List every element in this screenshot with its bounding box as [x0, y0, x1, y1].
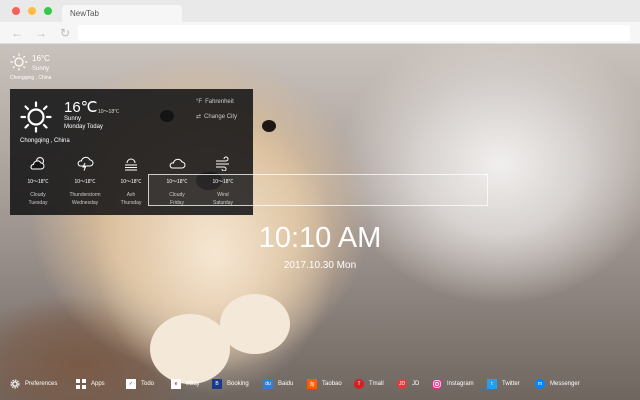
grid-icon	[76, 379, 86, 389]
link-instagram[interactable]: Instagram	[432, 378, 474, 390]
forecast-item: 10～18℃ Thunderstorm Wednesday	[62, 155, 108, 206]
gear-icon	[10, 379, 20, 389]
swap-icon: ⇄	[196, 114, 202, 120]
cloudy-sun-icon	[30, 157, 45, 170]
sun-icon	[10, 53, 28, 71]
puppy-paw	[220, 294, 290, 354]
messenger-icon: m	[535, 379, 545, 389]
reload-icon[interactable]: ↻	[58, 26, 72, 40]
booking-icon: B	[212, 379, 222, 389]
jd-icon: JD	[397, 379, 407, 389]
taobao-icon: 淘	[307, 379, 317, 389]
weather-temp: 16°C	[32, 54, 50, 63]
twitter-icon: t	[487, 379, 497, 389]
title-bar: NewTab	[0, 0, 640, 22]
instagram-icon	[432, 379, 442, 389]
link-baidu[interactable]: du Baidu	[263, 378, 293, 390]
forward-arrow-icon[interactable]: →	[34, 26, 48, 40]
preferences-button[interactable]: Preferences	[10, 378, 57, 390]
link-messenger[interactable]: m Messenger	[535, 378, 580, 390]
fahrenheit-toggle[interactable]: °F Fahrenheit	[196, 99, 234, 105]
current-condition: Sunny	[64, 116, 82, 122]
address-bar[interactable]	[78, 25, 630, 41]
search-input[interactable]	[148, 174, 488, 206]
degree-icon: °F	[196, 99, 203, 105]
tab-title: NewTab	[70, 9, 99, 18]
link-ebay[interactable]: e eBay	[171, 378, 200, 390]
minimize-window-button[interactable]	[28, 7, 36, 15]
checkbox-icon: ✓	[126, 379, 136, 389]
current-day: Monday Today	[64, 124, 103, 130]
link-booking[interactable]: B Booking	[212, 378, 249, 390]
current-temp: 16℃	[64, 99, 98, 116]
link-twitter[interactable]: t Twitter	[487, 378, 520, 390]
puppy-eye	[262, 120, 276, 132]
link-taobao[interactable]: 淘 Taobao	[307, 378, 342, 390]
clock-time: 10:10 AM	[258, 222, 382, 254]
forecast-item: 10～18℃ Cloudy Tuesday	[15, 155, 61, 206]
ash-icon	[125, 158, 137, 171]
sun-icon	[20, 101, 52, 133]
weather-widget[interactable]: 16°C Sunny Chongqing , China	[10, 53, 70, 85]
ebay-icon: e	[171, 379, 181, 389]
change-city-button[interactable]: ⇄ Change City	[196, 113, 237, 120]
weather-condition: Sunny	[32, 66, 50, 72]
maximize-window-button[interactable]	[44, 7, 52, 15]
cloud-icon	[169, 158, 186, 169]
wind-icon	[216, 156, 229, 171]
tmall-icon: T	[354, 379, 364, 389]
todo-button[interactable]: ✓ Todo	[126, 378, 154, 390]
apps-button[interactable]: Apps	[76, 378, 105, 390]
thunderstorm-icon	[77, 156, 94, 171]
current-range: 10～18℃	[98, 109, 120, 115]
link-tmall[interactable]: T Tmall	[354, 378, 384, 390]
back-arrow-icon[interactable]: ←	[10, 26, 24, 40]
link-jd[interactable]: JD JD	[397, 378, 419, 390]
bottom-bar: Preferences Apps ✓ Todo e eBay B Booking…	[0, 372, 640, 396]
browser-toolbar: ← → ↻	[0, 22, 640, 44]
panel-city: Chongqing , China	[20, 138, 70, 144]
browser-tab[interactable]: NewTab	[62, 5, 182, 22]
baidu-icon: du	[263, 379, 273, 389]
clock-date: 2017.10.30 Mon	[283, 260, 357, 271]
close-window-button[interactable]	[12, 7, 20, 15]
weather-location: Chongqing , China	[10, 75, 52, 81]
